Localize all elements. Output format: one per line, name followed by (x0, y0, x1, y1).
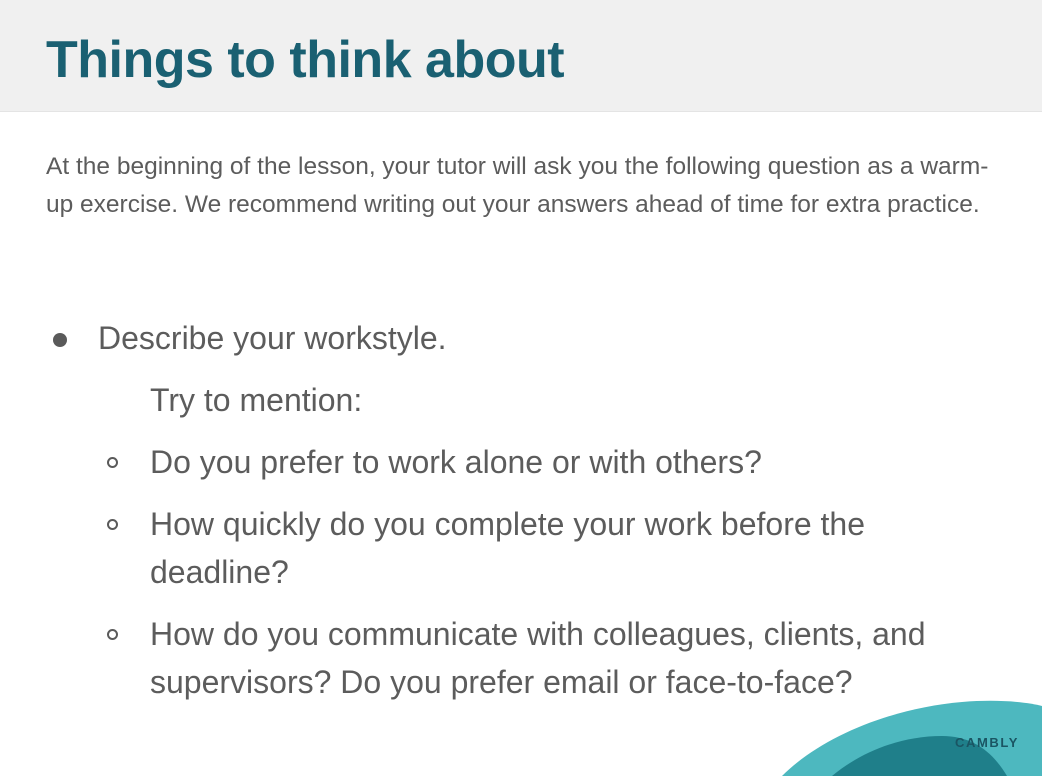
page-title: Things to think about (46, 31, 565, 89)
intro-paragraph: At the beginning of the lesson, your tut… (46, 153, 989, 218)
header: Things to think about (0, 0, 1042, 112)
sub-item: How do you communicate with colleagues, … (150, 616, 926, 700)
question-text: Describe your workstyle. (98, 320, 447, 356)
sub-bullet-ring-icon (107, 457, 118, 468)
sub-bullet-ring-icon (107, 519, 118, 530)
sub-item: How quickly do you complete your work be… (150, 506, 866, 590)
question-hint: Try to mention: (150, 382, 363, 418)
bullet-dot-icon (53, 333, 67, 347)
sub-bullet-ring-icon (107, 629, 118, 640)
cambly-logo-text: CAMBLY (955, 735, 1020, 750)
sub-item: Do you prefer to work alone or with othe… (150, 444, 762, 480)
